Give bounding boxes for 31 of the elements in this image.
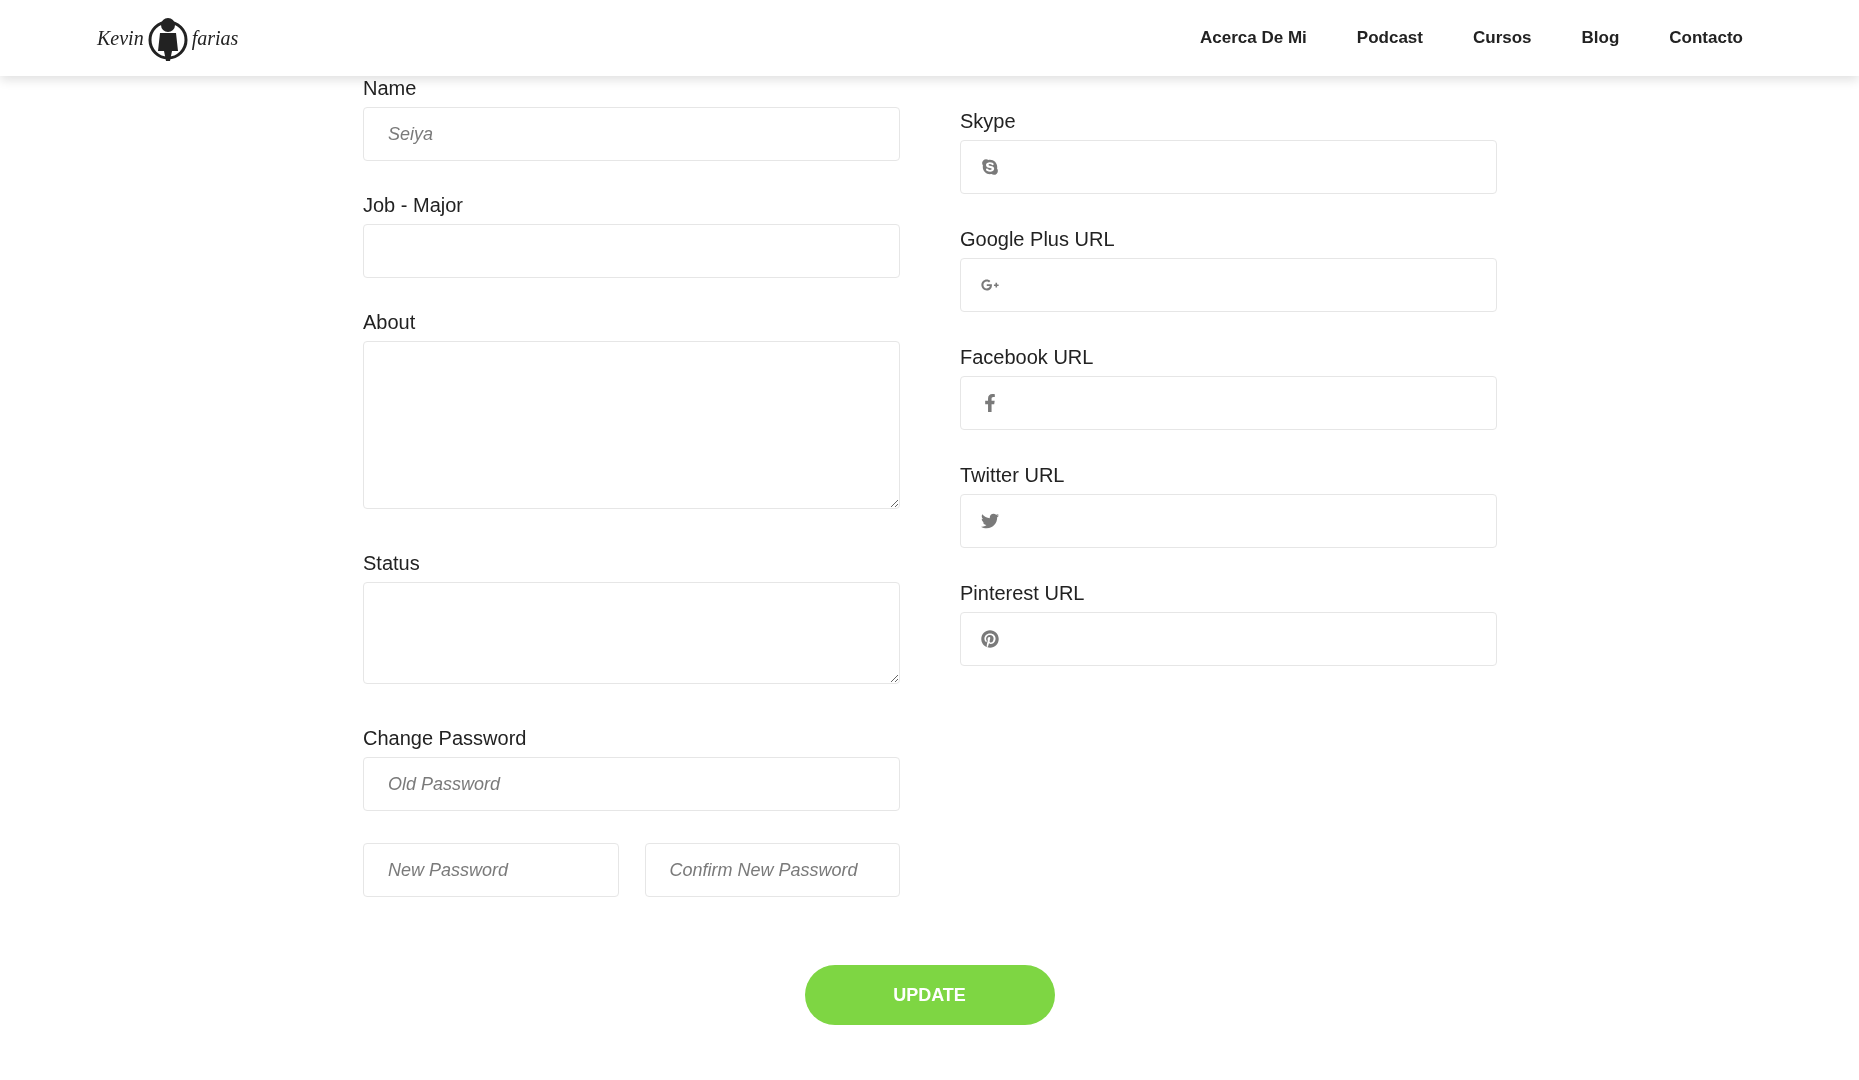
text-area[interactable] — [363, 341, 900, 509]
field-label: Google Plus URL — [960, 227, 1116, 251]
password-field[interactable]: Confirm New Password — [644, 843, 900, 897]
field-label: Change Password — [363, 726, 528, 750]
url-field[interactable] — [960, 258, 1497, 312]
password-field[interactable]: Old Password — [363, 757, 900, 811]
url-field[interactable] — [960, 612, 1497, 666]
field-label: Facebook URL — [960, 345, 1095, 369]
url-field[interactable] — [960, 140, 1497, 194]
field-label: Name — [363, 76, 418, 100]
nav-link[interactable]: Podcast — [1356, 25, 1423, 51]
nav-link[interactable]: Cursos — [1472, 25, 1532, 51]
field-label: Twitter URL — [960, 463, 1066, 487]
password-field[interactable]: New Password — [363, 843, 619, 897]
twitter-icon — [981, 512, 999, 530]
field-label: About — [363, 310, 417, 334]
url-field[interactable] — [960, 494, 1497, 548]
field-label: Pinterest URL — [960, 581, 1086, 605]
nav-link[interactable]: Contacto — [1669, 25, 1743, 51]
text-field[interactable]: Seiya — [363, 107, 900, 161]
field-label: Status — [363, 551, 421, 575]
text-area[interactable] — [363, 582, 900, 684]
nav-link[interactable]: Acerca De Mi — [1200, 25, 1307, 51]
nav-link[interactable]: Blog — [1581, 25, 1620, 51]
pinterest-icon — [981, 630, 999, 648]
field-label: Skype — [960, 109, 1017, 133]
field-label: Job - Major — [363, 193, 465, 217]
site-logo[interactable]: Kevin farias — [97, 13, 239, 63]
skype-icon — [981, 158, 999, 176]
url-field[interactable] — [960, 376, 1497, 430]
text-field[interactable] — [363, 224, 900, 278]
